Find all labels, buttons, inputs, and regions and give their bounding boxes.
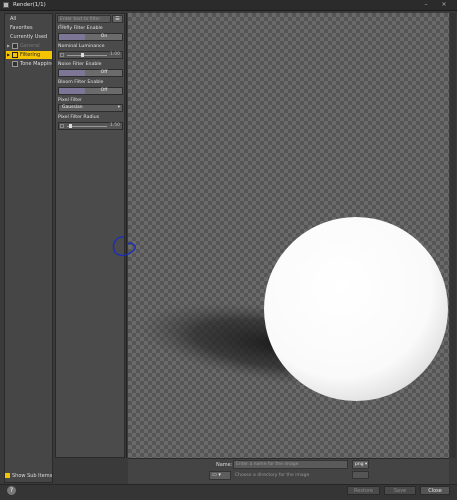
nominal-luminance-slider[interactable]: 1.00 (58, 51, 123, 59)
filter-input[interactable]: Enter text to filter by... (57, 15, 111, 29)
help-icon[interactable]: ? (7, 486, 16, 495)
filter-menu-button[interactable]: ☰ (112, 15, 123, 23)
sidebar-item-all[interactable]: All (6, 15, 52, 23)
sidebar-item-filtering[interactable]: ▶ Filtering (6, 51, 52, 59)
checkbox-icon[interactable] (12, 43, 18, 49)
expand-arrow-icon[interactable]: ▶ (7, 51, 10, 59)
bloom-filter-label: Bloom Filter Enable (58, 80, 104, 85)
checkbox-icon[interactable] (12, 61, 18, 67)
expand-arrow-icon[interactable]: ▶ (7, 42, 10, 50)
firefly-filter-label: Firefly Filter Enable (58, 26, 103, 31)
slider-knob[interactable] (69, 124, 72, 128)
close-button[interactable]: Close (420, 486, 450, 495)
pixel-filter-select[interactable]: Gaussian ▾ (58, 104, 123, 112)
slider-knob[interactable] (81, 53, 84, 57)
folder-select[interactable]: ▭ ▾ (209, 471, 231, 480)
format-select[interactable]: png ▾ (352, 460, 369, 469)
sidebar-item-tone-mapping[interactable]: Tone Mapping (6, 60, 52, 68)
sidebar-item-general[interactable]: ▶ General (6, 42, 52, 50)
lock-icon[interactable] (60, 124, 64, 128)
render-viewport[interactable] (128, 13, 449, 458)
bloom-filter-toggle[interactable]: Off (58, 87, 123, 95)
noise-filter-toggle[interactable]: Off (58, 69, 123, 77)
window-title: Render(1/1) (13, 2, 46, 8)
sphere (264, 217, 448, 401)
close-window-button[interactable]: × (438, 1, 450, 9)
browse-button[interactable] (352, 471, 369, 479)
image-name-input[interactable]: Enter a name for the image (233, 460, 348, 469)
pixel-filter-radius-slider[interactable]: 1.50 (58, 122, 123, 130)
title-bar: Render(1/1) – × (0, 0, 457, 11)
noise-filter-label: Noise Filter Enable (58, 62, 102, 67)
render-image (139, 217, 448, 401)
annotation-scribble (112, 236, 137, 257)
lock-icon[interactable] (60, 53, 64, 57)
minimize-button[interactable]: – (420, 1, 432, 9)
checkbox-icon[interactable] (5, 473, 10, 478)
chevron-down-icon: ▾ (117, 105, 120, 110)
app-icon (3, 2, 9, 8)
checkbox-icon[interactable] (12, 52, 18, 58)
sidebar-item-favorites[interactable]: Favorites (6, 24, 52, 32)
pixel-filter-label: Pixel Filter (58, 98, 82, 103)
pixel-filter-radius-label: Pixel Filter Radius (58, 115, 100, 120)
nominal-luminance-label: Nominal Luminance (58, 44, 105, 49)
show-sub-items-toggle[interactable]: Show Sub Items (5, 473, 52, 479)
folder-icon: ▭ (212, 472, 217, 478)
save-button[interactable]: Save (384, 486, 416, 495)
name-label: Name: (216, 462, 233, 468)
category-sidebar: All Favorites Currently Used ▶ General ▶… (4, 13, 53, 483)
sidebar-item-currently-used[interactable]: Currently Used (6, 33, 52, 41)
firefly-filter-toggle[interactable]: On (58, 33, 123, 41)
viewport-scrollbar[interactable] (450, 13, 456, 458)
directory-hint: Choose a directory for the image (235, 473, 310, 478)
restore-button[interactable]: Restore (347, 486, 380, 495)
